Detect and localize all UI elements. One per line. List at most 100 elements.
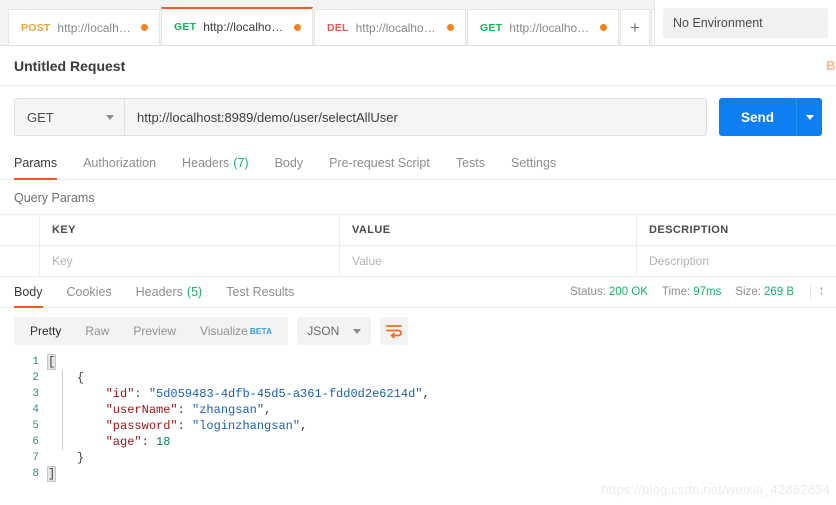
json-key: "password" bbox=[105, 419, 178, 433]
wrap-lines-glyph bbox=[386, 325, 403, 338]
param-description-input[interactable]: Description bbox=[637, 246, 836, 276]
response-tab-cookies[interactable]: Cookies bbox=[67, 277, 112, 308]
table-header-row: KEY VALUE DESCRIPTION bbox=[0, 215, 836, 246]
code-line-content: [ bbox=[46, 354, 57, 370]
url-input[interactable]: http://localhost:8989/demo/user/selectAl… bbox=[124, 98, 707, 136]
send-options-button[interactable] bbox=[796, 98, 822, 136]
tab-label: Pre-request Script bbox=[329, 155, 430, 170]
chevron-down-icon bbox=[106, 114, 114, 120]
chevron-down-icon bbox=[805, 114, 814, 120]
code-line-content: { bbox=[76, 371, 85, 385]
json-key: "id" bbox=[105, 387, 135, 401]
tab-pre-request-script[interactable]: Pre-request Script bbox=[329, 146, 430, 180]
response-tab-body[interactable]: Body bbox=[14, 277, 43, 308]
json-value: "5d059483-4dfb-45d5-a361-fdd0d2e6214d" bbox=[148, 387, 423, 401]
wrap-lines-icon[interactable] bbox=[380, 317, 409, 345]
tab-authorization[interactable]: Authorization bbox=[83, 146, 156, 180]
request-tab-3[interactable]: GET http://localhost... bbox=[467, 9, 619, 45]
tab-count: (7) bbox=[233, 155, 249, 170]
tab-label: Tests bbox=[455, 155, 485, 170]
size-value: 269 B bbox=[763, 286, 794, 298]
row-checkbox-cell[interactable] bbox=[0, 246, 40, 276]
code-line-row: 6 "age": 18 bbox=[0, 434, 836, 450]
line-number: 1 bbox=[32, 356, 39, 368]
tab-settings[interactable]: Settings bbox=[511, 146, 556, 180]
save-response-button[interactable]: Save Response bbox=[810, 286, 822, 298]
select-all-checkbox-cell[interactable] bbox=[0, 215, 40, 245]
view-mode-visualize[interactable]: Visualize BETA bbox=[188, 317, 284, 345]
tab-label: Test Results bbox=[226, 285, 295, 299]
status-indicator: Status: 200 OK bbox=[570, 286, 648, 298]
request-tab-method: DEL bbox=[327, 21, 349, 34]
environment-selector[interactable]: No Environment bbox=[654, 0, 836, 46]
response-tab-test-results[interactable]: Test Results bbox=[226, 277, 294, 308]
code-line-row: 5 "password": "loginzhangsan", bbox=[0, 418, 836, 434]
http-method-value: GET bbox=[27, 109, 54, 125]
request-tab-url: http://localhost... bbox=[203, 20, 287, 34]
tab-label: Settings bbox=[511, 155, 557, 170]
json-comma: , bbox=[264, 403, 272, 417]
code-line-content: "age": 18 bbox=[105, 435, 171, 449]
request-tab-2[interactable]: DEL http://localhost... bbox=[314, 9, 466, 45]
url-input-value: http://localhost:8989/demo/user/selectAl… bbox=[137, 109, 398, 125]
tab-params[interactable]: Params bbox=[14, 146, 58, 180]
param-key-input[interactable]: Key bbox=[40, 246, 340, 276]
view-mode-pretty[interactable]: Pretty bbox=[18, 317, 73, 345]
code-line-content: "id": "5d059483-4dfb-45d5-a361-fdd0d2e62… bbox=[105, 387, 430, 401]
response-tab-headers[interactable]: Headers (5) bbox=[136, 277, 203, 308]
code-line-row: 3 "id": "5d059483-4dfb-45d5-a361-fdd0d2e… bbox=[0, 386, 836, 402]
json-comma: , bbox=[300, 419, 308, 433]
status-value: 200 OK bbox=[608, 286, 648, 298]
response-format-select[interactable]: JSON bbox=[297, 317, 372, 345]
request-tab-url: http://localhos... bbox=[57, 20, 134, 35]
param-value-input[interactable]: Value bbox=[340, 246, 637, 276]
tab-label: Body bbox=[274, 155, 304, 170]
tab-body[interactable]: Body bbox=[275, 146, 304, 180]
watermark: https://blog.csdn.net/weixin_42862834 bbox=[601, 482, 830, 497]
table-row[interactable]: Key Value Description bbox=[0, 246, 836, 277]
time-indicator: Time: 97ms bbox=[662, 286, 721, 298]
line-number: 2 bbox=[32, 372, 39, 384]
size-label: Size: bbox=[735, 286, 761, 298]
response-format-value: JSON bbox=[307, 324, 340, 338]
line-number: 7 bbox=[32, 452, 39, 464]
response-body-code[interactable]: 1 [ 2 { 3 "id": "5d059483-4dfb-45d5-a361… bbox=[0, 354, 836, 485]
http-method-select[interactable]: GET bbox=[14, 98, 124, 136]
code-line-content: } bbox=[76, 451, 85, 465]
tab-label: Body bbox=[14, 285, 43, 299]
code-line-content: ] bbox=[46, 466, 57, 482]
view-mode-preview[interactable]: Preview bbox=[121, 317, 188, 345]
tab-label: Cookies bbox=[66, 285, 112, 299]
view-mode-raw[interactable]: Raw bbox=[73, 317, 121, 345]
beta-badge-cut-icon: B bbox=[826, 58, 836, 73]
line-number: 4 bbox=[32, 404, 39, 416]
page-title: Untitled Request bbox=[14, 57, 126, 74]
column-header-key: KEY bbox=[40, 215, 340, 245]
request-tab-0[interactable]: POST http://localhos... bbox=[8, 9, 160, 45]
json-value: "zhangsan" bbox=[192, 403, 265, 417]
response-meta: Status:200 OK Time:97ms Size:269 B Save … bbox=[570, 286, 822, 298]
tab-tests[interactable]: Tests bbox=[456, 146, 485, 180]
url-bar: GET http://localhost:8989/demo/user/sele… bbox=[0, 86, 836, 146]
column-header-value: VALUE bbox=[340, 215, 637, 245]
json-key: "age" bbox=[105, 435, 142, 449]
send-button[interactable]: Send bbox=[718, 98, 796, 136]
tab-headers[interactable]: Headers (7) bbox=[182, 146, 249, 180]
request-tab-1[interactable]: GET http://localhost... bbox=[161, 7, 313, 45]
send-button-group: Send bbox=[718, 98, 822, 136]
new-tab-button[interactable]: + bbox=[620, 9, 650, 45]
time-label: Time: bbox=[661, 286, 691, 298]
request-tab-method: GET bbox=[174, 21, 197, 33]
tab-label: Headers bbox=[182, 155, 230, 170]
tab-label: Authorization bbox=[83, 155, 157, 170]
beta-badge: BETA bbox=[249, 326, 273, 336]
request-tab-url: http://localhost... bbox=[509, 20, 593, 35]
unsaved-dot-icon bbox=[600, 24, 607, 31]
request-section-tabs: Params Authorization Headers (7) Body Pr… bbox=[0, 146, 836, 180]
json-value: 18 bbox=[156, 435, 171, 449]
unsaved-dot-icon bbox=[141, 24, 148, 31]
code-line-row: 8 ] bbox=[0, 466, 836, 482]
request-tab-method: GET bbox=[480, 21, 503, 34]
response-view-mode-group: Pretty Raw Preview Visualize BETA bbox=[14, 317, 289, 345]
environment-label: No Environment bbox=[663, 7, 828, 38]
